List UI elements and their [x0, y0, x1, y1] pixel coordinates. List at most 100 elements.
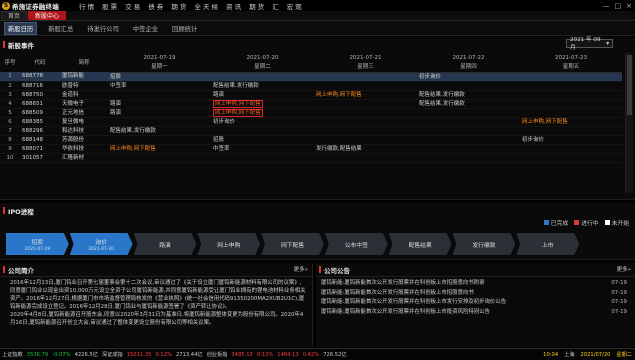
table-scrollbar[interactable]	[625, 53, 633, 193]
event-cell[interactable]	[211, 126, 314, 135]
event-cell[interactable]	[520, 108, 622, 117]
table-row[interactable]: 1 688778 厦钨新能 招股 初步询价	[0, 72, 622, 81]
table-row[interactable]: 4 688651 天微电子 路演 网上申购,网下配售 配售结果,发行缴款	[0, 99, 622, 108]
event-cell[interactable]: 网上申购,网下配售	[520, 117, 622, 126]
menu-item[interactable]: 全 天 候	[190, 1, 222, 11]
event-cell[interactable]	[108, 90, 211, 99]
event-cell[interactable]	[314, 81, 417, 90]
subnav-winning-companies[interactable]: 中签企业	[130, 23, 161, 34]
event-cell[interactable]: 配售结果,发行缴款	[108, 126, 211, 135]
event-cell[interactable]	[314, 99, 417, 108]
event-cell[interactable]: 路演	[211, 90, 314, 99]
notice-item[interactable]: 厦钨新能:厦钨新能首次公开发行股票并在科创板上市招股意向书 07-19	[321, 289, 631, 299]
event-cell[interactable]: 配售结果,发行缴款	[417, 90, 520, 99]
notice-item[interactable]: 厦钨新能:厦钨新能首次公开发行股票并在科创板上市发行安排及初步询价公告 07-19	[321, 298, 631, 308]
menu-item[interactable]: 期 货	[167, 1, 190, 11]
close-icon[interactable]: ×	[626, 2, 632, 10]
event-cell[interactable]	[314, 72, 417, 81]
table-row[interactable]: 2 688716 欧普特 中签率 配售结果,发行缴款	[0, 81, 622, 90]
event-cell[interactable]	[417, 144, 520, 153]
event-cell[interactable]: 网上申购,网下配售	[211, 108, 314, 117]
event-cell[interactable]: 招股	[108, 72, 211, 81]
event-cell[interactable]	[108, 153, 211, 162]
event-cell[interactable]: 配售结果,发行缴款	[211, 81, 314, 90]
notice-title[interactable]: 厦钨新能:厦钨新能首次公开发行股票并在科创板上市招股意向书附录	[321, 279, 485, 289]
menu-item[interactable]: 债 券	[144, 1, 167, 11]
table-row[interactable]: 10 301057 汇隆新材	[0, 153, 622, 162]
event-cell[interactable]	[417, 135, 520, 144]
event-cell[interactable]	[211, 153, 314, 162]
event-cell[interactable]	[417, 117, 520, 126]
company-intro-more-link[interactable]: 更多»	[294, 265, 308, 273]
event-cell[interactable]: 网上申购,网下配售	[211, 99, 314, 108]
table-row[interactable]: 5 688509 正元地信 路演 网上申购,网下配售	[0, 108, 622, 117]
table-row[interactable]: 8 688148 芳源股份 招股 初步询价	[0, 135, 622, 144]
notice-title[interactable]: 厦钨新能:厦钨新能首次公开发行股票并在科创板上市投资风险特别公告	[321, 308, 490, 318]
menu-item[interactable]: 期 货	[245, 1, 268, 11]
menu-item[interactable]: 宏 观	[283, 1, 306, 11]
col-code-header[interactable]: 代码	[20, 53, 60, 72]
event-cell[interactable]: 网上申购,网下配售	[108, 144, 211, 153]
table-row[interactable]: 6 688385 复旦微电 初步询价 网上申购,网下配售	[0, 117, 622, 126]
company-notices-more-link[interactable]: 更多»	[617, 265, 631, 273]
event-cell[interactable]	[520, 144, 622, 153]
ticker-label[interactable]: 创业板指	[207, 351, 228, 358]
stock-name-text: 厦钨新能	[62, 73, 85, 80]
notice-item[interactable]: 厦钨新能:厦钨新能首次公开发行股票并在科创板上市招股意向书附录 07-19	[321, 279, 631, 289]
maximize-icon[interactable]: □	[615, 2, 622, 10]
menu-item[interactable]: 汇	[268, 1, 283, 11]
event-cell[interactable]	[314, 108, 417, 117]
event-cell[interactable]: 初步询价	[417, 72, 520, 81]
notice-title[interactable]: 厦钨新能:厦钨新能首次公开发行股票并在科创板上市发行安排及初步询价公告	[321, 298, 506, 308]
menu-item[interactable]: 股 票	[98, 1, 121, 11]
event-cell[interactable]	[417, 81, 520, 90]
tab-home[interactable]: 首页	[1, 11, 28, 20]
event-cell[interactable]: 网上申购,网下配售	[314, 90, 417, 99]
event-cell[interactable]: 中签率	[211, 144, 314, 153]
menu-item[interactable]: 交 易	[121, 1, 144, 11]
event-cell[interactable]	[314, 135, 417, 144]
event-cell[interactable]: 路演	[108, 99, 211, 108]
subnav-new-stock-summary[interactable]: 新股汇总	[45, 23, 76, 34]
event-cell[interactable]	[314, 126, 417, 135]
subnav-review-statistics[interactable]: 回顾统计	[169, 23, 200, 34]
event-cell[interactable]	[520, 126, 622, 135]
event-cell[interactable]: 初步询价	[211, 117, 314, 126]
subnav-pending-companies[interactable]: 待发行公司	[84, 23, 121, 34]
col-name-header[interactable]: 简称	[60, 53, 108, 72]
event-cell[interactable]	[520, 153, 622, 162]
event-cell[interactable]: 配售结果,发行缴款	[417, 99, 520, 108]
event-cell[interactable]	[417, 153, 520, 162]
menu-item[interactable]: 行 情	[75, 1, 98, 11]
event-cell[interactable]	[520, 72, 622, 81]
month-select[interactable]: 2021 年 09 月 ▾	[566, 37, 613, 51]
event-cell[interactable]: 路演	[108, 108, 211, 117]
event-cell[interactable]	[314, 153, 417, 162]
event-cell[interactable]: 初步询价	[520, 135, 622, 144]
ticker-label[interactable]: 上证指数	[2, 351, 23, 358]
event-cell[interactable]: 中签率	[108, 81, 211, 90]
table-row[interactable]: 3 688750 金道科 路演 网上申购,网下配售 配售结果,发行缴款	[0, 90, 622, 99]
event-cell[interactable]	[108, 117, 211, 126]
event-cell[interactable]	[520, 90, 622, 99]
event-cell[interactable]	[211, 72, 314, 81]
subnav-new-stock-calendar[interactable]: 新股日历	[4, 21, 38, 35]
event-cell[interactable]	[314, 117, 417, 126]
ticker-label[interactable]: 深证成指	[102, 351, 123, 358]
menu-item[interactable]: 资 讯	[222, 1, 245, 11]
event-cell[interactable]	[108, 135, 211, 144]
event-cell[interactable]	[417, 126, 520, 135]
event-cell[interactable]	[417, 108, 520, 117]
notice-item[interactable]: 厦钨新能:厦钨新能首次公开发行股票并在科创板上市投资风险特别公告 07-19	[321, 308, 631, 318]
minimize-icon[interactable]: —	[603, 2, 610, 10]
ticker-value: 15011.35	[126, 351, 152, 358]
notice-title[interactable]: 厦钨新能:厦钨新能首次公开发行股票并在科创板上市招股意向书	[321, 289, 474, 299]
table-row[interactable]: 9 688071 华依科技 网上申购,网下配售 中签率 发行缴款,配售结果	[0, 144, 622, 153]
event-cell[interactable]	[520, 99, 622, 108]
table-row[interactable]: 7 688296 和达科技 配售结果,发行缴款	[0, 126, 622, 135]
scrollbar-thumb[interactable]	[627, 55, 632, 115]
event-cell[interactable]: 招股	[211, 135, 314, 144]
event-cell[interactable]	[520, 81, 622, 90]
tab-new-stock-center[interactable]: 新股中心	[28, 11, 67, 20]
event-cell[interactable]: 发行缴款,配售结果	[314, 144, 417, 153]
